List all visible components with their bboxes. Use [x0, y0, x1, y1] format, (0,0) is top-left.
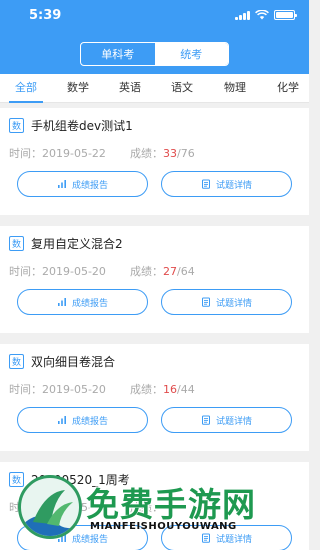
tab-physics[interactable]: 物理 [213, 74, 257, 103]
exam-title-row: 数 20190520_1周考 [9, 471, 130, 488]
subject-tag: 数 [9, 118, 24, 133]
score-value: 16 [163, 383, 177, 396]
score-label: 成绩： [130, 147, 163, 160]
score-total: /76 [177, 147, 195, 160]
score-total: /64 [177, 265, 195, 278]
question-detail-label: 试题详情 [215, 534, 252, 545]
exam-date: 时间：2019-05- [9, 499, 92, 515]
battery-icon [274, 10, 297, 20]
tab-chinese[interactable]: 语文 [160, 74, 204, 103]
exam-card[interactable]: 数 双向细目卷混合 时间：2019-05-20 成绩：16/44 成绩报告 试题… [0, 344, 309, 451]
subject-tag: 数 [9, 354, 24, 369]
exam-title: 20190520_1周考 [31, 473, 130, 487]
exam-card[interactable]: 数 手机组卷dev测试1 时间：2019-05-22 成绩：33/76 成绩报告 [0, 108, 309, 215]
question-detail-button[interactable]: 试题详情 [161, 289, 292, 315]
exam-date: 时间：2019-05-20 [9, 263, 106, 279]
score-value: 33 [163, 147, 177, 160]
score-report-label: 成绩报告 [71, 180, 108, 191]
exam-score: 成绩：16/44 [130, 381, 195, 397]
exam-title: 双向细目卷混合 [31, 355, 116, 369]
status-icons [235, 10, 297, 20]
score-label: 成绩： [130, 383, 163, 396]
score-report-button[interactable]: 成绩报告 [17, 289, 148, 315]
time-value: 2019-05-22 [42, 147, 106, 160]
score-label: 成绩： [130, 265, 163, 278]
document-icon [201, 533, 210, 543]
tab-math[interactable]: 数学 [56, 74, 100, 103]
exam-type-switch: 单科考 统考 [80, 42, 229, 66]
exam-score: 成绩：27/64 [130, 263, 195, 279]
bar-chart-icon [57, 416, 66, 424]
score-report-button[interactable]: 成绩报告 [17, 407, 148, 433]
score-report-button[interactable]: 成绩报告 [17, 171, 148, 197]
app-header: 5:39 单科考 统考 [0, 0, 309, 74]
time-label: 时间： [9, 147, 42, 160]
exam-title-row: 数 复用自定义混合2 [9, 235, 123, 252]
score-report-button[interactable]: 成绩报告 [17, 525, 148, 550]
document-icon [201, 415, 210, 425]
exam-title-row: 数 双向细目卷混合 [9, 353, 115, 370]
question-detail-button[interactable]: 试题详情 [161, 525, 292, 550]
score-report-label: 成绩报告 [71, 298, 108, 309]
bar-chart-icon [57, 534, 66, 542]
question-detail-label: 试题详情 [215, 416, 252, 427]
time-label: 时间： [9, 265, 42, 278]
question-detail-label: 试题详情 [215, 180, 252, 191]
document-icon [201, 179, 210, 189]
exam-date: 时间：2019-05-20 [9, 381, 106, 397]
score-report-label: 成绩报告 [71, 534, 108, 545]
exam-title-row: 数 手机组卷dev测试1 [9, 117, 133, 134]
wifi-icon [255, 10, 269, 20]
tab-english[interactable]: 英语 [108, 74, 152, 103]
question-detail-button[interactable]: 试题详情 [161, 171, 292, 197]
exam-date: 时间：2019-05-22 [9, 145, 106, 161]
segment-single-subject[interactable]: 单科考 [81, 43, 155, 65]
question-detail-button[interactable]: 试题详情 [161, 407, 292, 433]
exam-score: 成绩：33/76 [130, 145, 195, 161]
time-value: 2019-05-20 [42, 383, 106, 396]
score-label: 成绩： [130, 501, 163, 514]
subject-tag: 数 [9, 472, 24, 487]
exam-title: 手机组卷dev测试1 [31, 119, 133, 133]
subject-tabs: 全部 数学 英语 语文 物理 化学 [0, 74, 309, 103]
time-value: 2019-05-20 [42, 265, 106, 278]
subject-tag: 数 [9, 236, 24, 251]
document-icon [201, 297, 210, 307]
tab-all[interactable]: 全部 [5, 74, 47, 103]
exam-card[interactable]: 数 20190520_1周考 时间：2019-05- 成绩： 成绩报告 试题详情 [0, 462, 309, 550]
bar-chart-icon [57, 298, 66, 306]
time-label: 时间： [9, 501, 42, 514]
exam-card[interactable]: 数 复用自定义混合2 时间：2019-05-20 成绩：27/64 成绩报告 试… [0, 226, 309, 333]
time-label: 时间： [9, 383, 42, 396]
question-detail-label: 试题详情 [215, 298, 252, 309]
bar-chart-icon [57, 180, 66, 188]
tab-chemistry[interactable]: 化学 [266, 74, 310, 103]
time-value: 2019-05- [42, 501, 92, 514]
score-total: /44 [177, 383, 195, 396]
status-time: 5:39 [29, 8, 62, 23]
score-value: 27 [163, 265, 177, 278]
signal-icon [235, 10, 250, 20]
exam-score: 成绩： [130, 499, 163, 515]
segment-joint-exam[interactable]: 统考 [154, 43, 228, 65]
exam-title: 复用自定义混合2 [31, 237, 123, 251]
score-report-label: 成绩报告 [71, 416, 108, 427]
